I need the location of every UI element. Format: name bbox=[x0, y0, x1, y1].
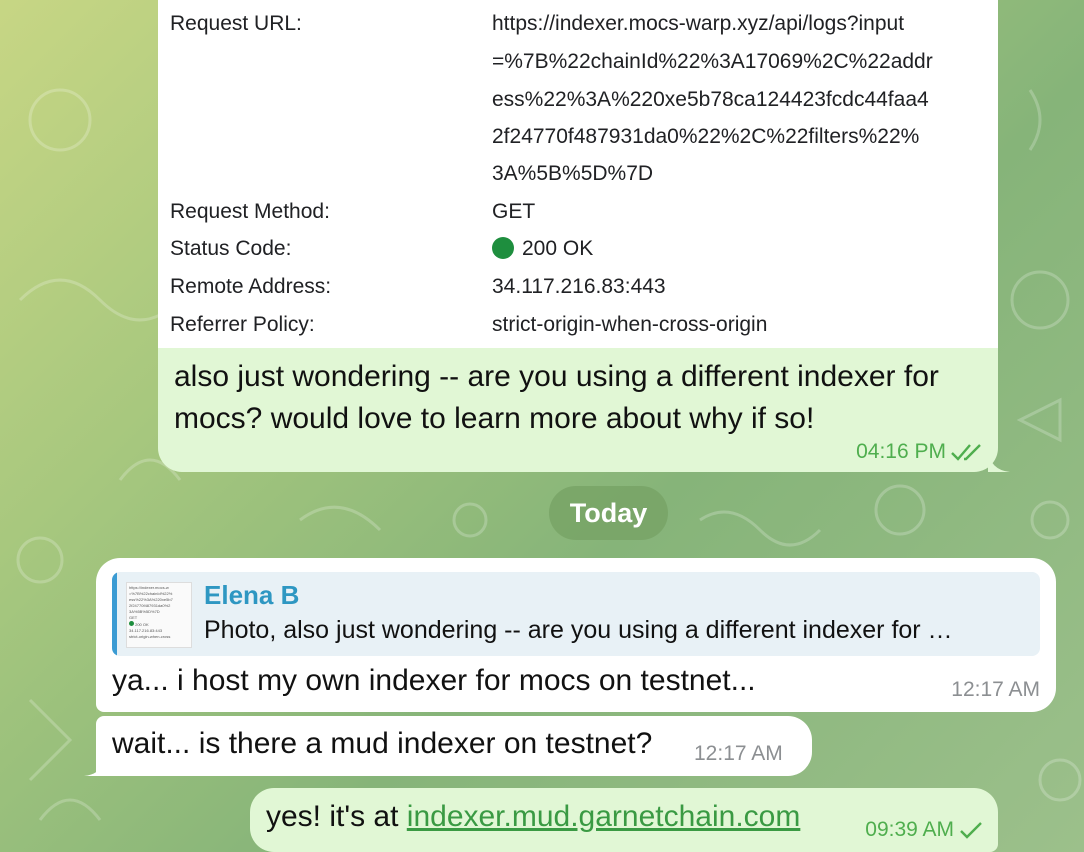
message-time: 12:17 AM bbox=[951, 678, 1040, 701]
remote-address-value: 34.117.216.83:443 bbox=[492, 275, 666, 298]
incoming-message[interactable]: https://indexer.mocs-w =%7B%22chainId%22… bbox=[96, 558, 1056, 712]
outgoing-message[interactable]: yes! it's at indexer.mud.garnetchain.com… bbox=[250, 788, 998, 852]
message-meta: 09:39 AM bbox=[865, 818, 984, 842]
incoming-message[interactable]: wait... is there a mud indexer on testne… bbox=[96, 716, 812, 776]
message-time: 12:17 AM bbox=[694, 742, 783, 765]
status-code: 200 OK bbox=[492, 237, 593, 261]
reply-author: Elena B bbox=[204, 580, 300, 610]
request-url-label: Request URL: bbox=[170, 12, 302, 35]
request-url-line: 3A%5B%5D%7D bbox=[492, 162, 654, 185]
referrer-policy-value: strict-origin-when-cross-origin bbox=[492, 313, 768, 336]
date-separator: Today bbox=[549, 486, 668, 540]
message-text: yes! it's at indexer.mud.garnetchain.com bbox=[266, 800, 800, 834]
check-icon bbox=[960, 822, 982, 839]
reply-preview[interactable]: https://indexer.mocs-w =%7B%22chainId%22… bbox=[112, 572, 1040, 656]
status-code-label: Status Code: bbox=[170, 237, 292, 260]
request-method-label: Request Method: bbox=[170, 200, 330, 223]
double-check-icon bbox=[951, 444, 981, 461]
outgoing-photo-message[interactable]: Request URL: https://indexer.mocs-warp.x… bbox=[158, 0, 998, 472]
message-text: wait... is there a mud indexer on testne… bbox=[112, 727, 653, 760]
reply-thumbnail: https://indexer.mocs-w =%7B%22chainId%22… bbox=[126, 582, 192, 648]
request-headers-photo[interactable]: Request URL: https://indexer.mocs-warp.x… bbox=[158, 0, 998, 348]
reply-bar bbox=[112, 572, 117, 656]
message-text: also just wondering -- are you using a d… bbox=[174, 360, 939, 435]
status-ok-icon bbox=[492, 237, 514, 259]
message-time: 09:39 AM bbox=[865, 818, 954, 841]
message-text-prefix: yes! it's at bbox=[266, 800, 407, 833]
request-url-line: 2f24770f487931da0%22%2C%22filters%22% bbox=[492, 125, 920, 148]
message-time: 04:16 PM bbox=[856, 440, 946, 463]
request-method-value: GET bbox=[492, 200, 536, 223]
indexer-link[interactable]: indexer.mud.garnetchain.com bbox=[407, 800, 801, 833]
message-text: ya... i host my own indexer for mocs on … bbox=[112, 664, 756, 697]
request-url-line: https://indexer.mocs-warp.xyz/api/logs?i… bbox=[492, 12, 905, 35]
remote-address-label: Remote Address: bbox=[170, 275, 332, 298]
status-code-value: 200 OK bbox=[522, 237, 594, 260]
reply-text: Photo, also just wondering -- are you us… bbox=[204, 616, 953, 644]
referrer-policy-label: Referrer Policy: bbox=[170, 313, 315, 336]
request-url-line: =%7B%22chainId%22%3A17069%2C%22addr bbox=[492, 50, 933, 73]
message-meta: 04:16 PM bbox=[856, 440, 984, 464]
request-url-line: ess%22%3A%220xe5b78ca124423fcdc44faa4 bbox=[492, 88, 929, 111]
